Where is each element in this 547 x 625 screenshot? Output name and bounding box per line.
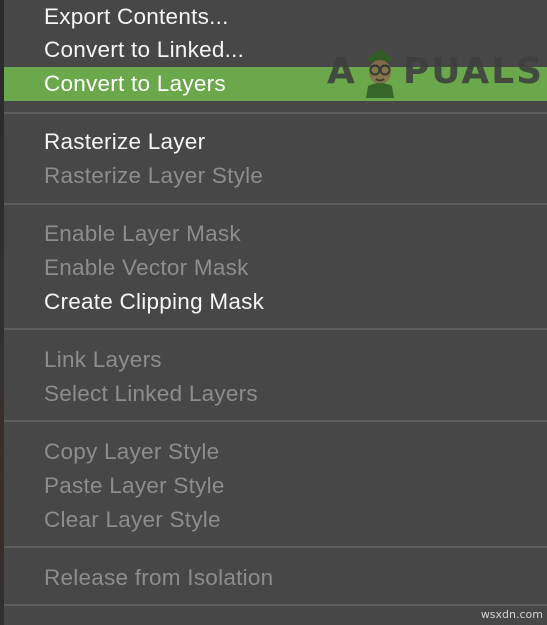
menu-item-enable-vector-mask: Enable Vector Mask (44, 255, 249, 280)
menu-separator (4, 420, 547, 422)
menu-item-create-clipping-mask[interactable]: Create Clipping Mask (4, 285, 547, 319)
menu-item-link-layers: Link Layers (44, 347, 162, 372)
menu-separator (4, 328, 547, 330)
screenshot: Export Contents... Convert to Linked... … (0, 0, 547, 625)
menu-separator (4, 112, 547, 114)
menu-item-convert-to-linked[interactable]: Convert to Linked... (4, 33, 547, 67)
menu-item-select-linked-layers: Select Linked Layers (44, 381, 258, 406)
menu-separator (4, 604, 547, 606)
menu-item-convert-to-layers[interactable]: Convert to Layers (4, 67, 547, 101)
menu-separator (4, 546, 547, 548)
menu-item-enable-layer-mask: Enable Layer Mask (44, 221, 241, 246)
menu-item-copy-layer-style: Copy Layer Style (44, 439, 220, 464)
menu-item-rasterize-layer[interactable]: Rasterize Layer (4, 125, 547, 159)
context-menu: Export Contents... Convert to Linked... … (4, 0, 547, 625)
menu-item-release-from-isolation: Release from Isolation (44, 565, 274, 590)
watermark-credit: wsxdn.com (480, 608, 543, 621)
menu-item-paste-layer-style: Paste Layer Style (44, 473, 225, 498)
menu-separator (4, 203, 547, 205)
menu-item-export-contents[interactable]: Export Contents... (4, 0, 547, 34)
menu-item-clear-layer-style: Clear Layer Style (44, 507, 221, 532)
menu-item-rasterize-layer-style: Rasterize Layer Style (44, 163, 264, 188)
